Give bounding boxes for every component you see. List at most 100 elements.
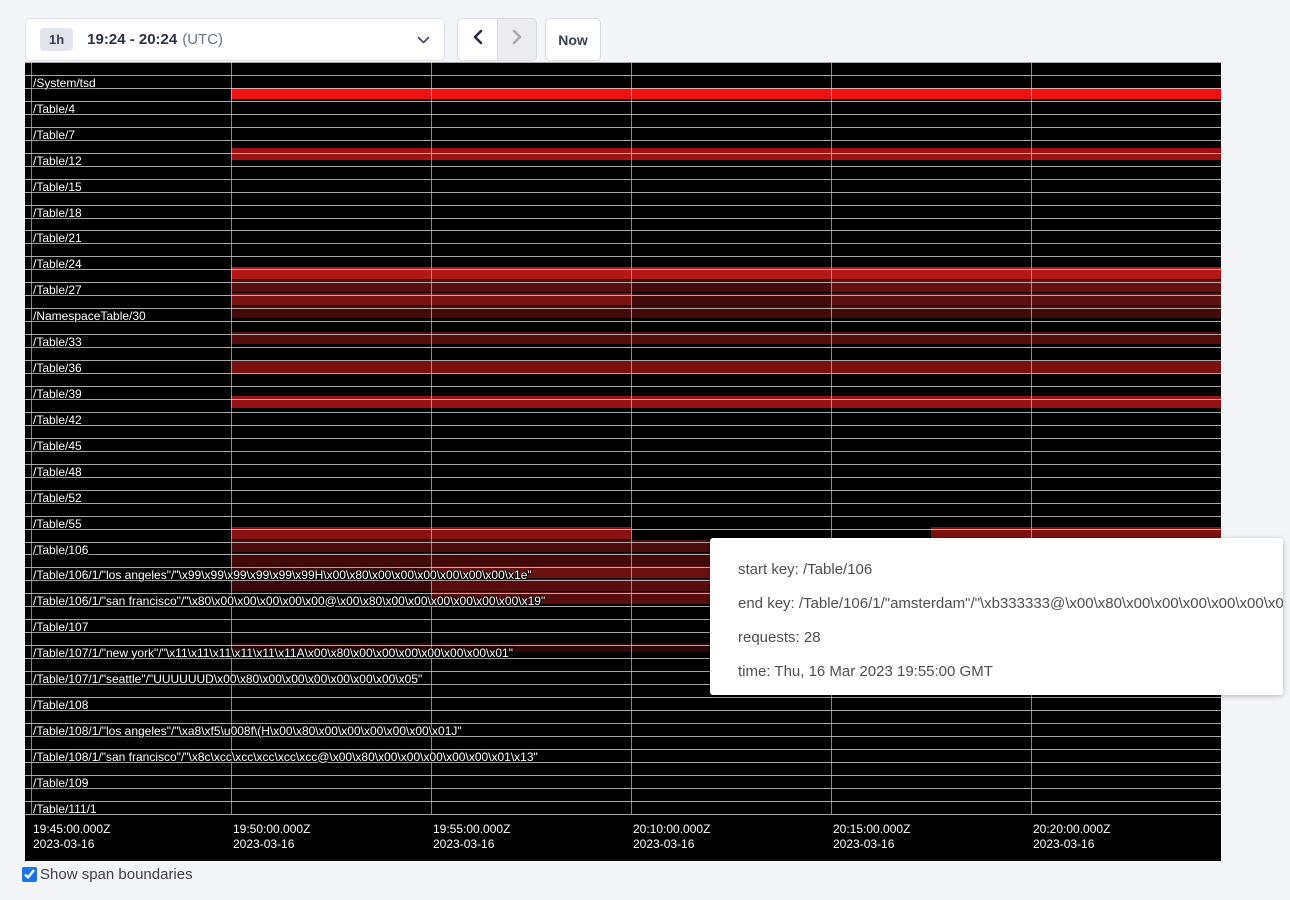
span-boundary-line	[25, 788, 1221, 789]
row-label: /Table/12	[33, 155, 82, 167]
row-label: /Table/106	[33, 544, 88, 556]
tooltip-start-key: start key: /Table/106	[738, 553, 1283, 587]
span-boundary-line	[25, 360, 1221, 361]
heatmap-band[interactable]	[231, 396, 1221, 408]
previous-interval-button[interactable]	[457, 18, 497, 61]
x-axis-label: 20:10:00.000Z2023-03-16	[633, 822, 710, 852]
span-boundary-line	[25, 140, 1221, 141]
span-boundary-line	[25, 334, 1221, 335]
span-boundary-line	[25, 451, 1221, 452]
span-boundary-line	[25, 373, 1221, 374]
span-boundary-line	[25, 386, 1221, 387]
time-bucket-line	[631, 62, 632, 814]
x-axis-date: 2023-03-16	[633, 837, 710, 852]
span-boundary-line	[25, 218, 1221, 219]
row-label: /Table/107	[33, 621, 88, 633]
heatmap-band[interactable]	[231, 88, 1221, 99]
span-boundary-line	[25, 101, 1221, 102]
row-label: /Table/107/1/"new york"/"\x11\x11\x11\x1…	[33, 647, 513, 659]
x-axis-label: 19:45:00.000Z2023-03-16	[33, 822, 110, 852]
span-boundary-line	[25, 256, 1221, 257]
time-bucket-line	[431, 62, 432, 814]
time-nav-group	[457, 18, 537, 61]
x-axis: 19:45:00.000Z2023-03-1619:50:00.000Z2023…	[25, 814, 1221, 861]
page: { "accent_colors": { "checkbox_blue": "#…	[0, 0, 1290, 900]
span-boundary-line	[25, 464, 1221, 465]
span-boundary-line	[25, 710, 1221, 711]
toolbar: 1h 19:24 - 20:24 (UTC) Now	[25, 18, 601, 61]
x-axis-date: 2023-03-16	[1033, 837, 1110, 852]
x-axis-time: 19:50:00.000Z	[233, 822, 310, 837]
x-axis-label: 19:50:00.000Z2023-03-16	[233, 822, 310, 852]
x-axis-time: 20:20:00.000Z	[1033, 822, 1110, 837]
row-label: /Table/48	[33, 466, 82, 478]
row-label: /Table/109	[33, 777, 88, 789]
timezone-text: (UTC)	[182, 31, 223, 48]
span-boundary-line	[25, 399, 1221, 400]
time-range-selector[interactable]: 1h 19:24 - 20:24 (UTC)	[25, 18, 445, 61]
span-boundary-line	[25, 775, 1221, 776]
x-axis-time: 20:10:00.000Z	[633, 822, 710, 837]
row-label: /Table/45	[33, 440, 82, 452]
row-label: /Table/4	[33, 103, 75, 115]
span-boundary-line	[25, 295, 1221, 296]
row-label: /Table/7	[33, 129, 75, 141]
span-boundary-line	[25, 516, 1221, 517]
x-axis-label: 20:20:00.000Z2023-03-16	[1033, 822, 1110, 852]
row-label: /Table/108	[33, 699, 88, 711]
row-label: /System/tsd	[33, 77, 96, 89]
key-visualizer-heatmap[interactable]: /System/tsd/Table/4/Table/7/Table/12/Tab…	[25, 62, 1221, 861]
span-boundary-line	[25, 205, 1221, 206]
span-boundary-line	[25, 425, 1221, 426]
span-boundary-line	[25, 697, 1221, 698]
row-label: /Table/52	[33, 492, 82, 504]
span-boundary-line	[25, 243, 1221, 244]
heatmap-band[interactable]	[231, 148, 1221, 160]
row-label: /Table/106/1/"los angeles"/"\x99\x99\x99…	[33, 569, 532, 581]
row-label: /Table/39	[33, 388, 82, 400]
heatmap-plot[interactable]: /System/tsd/Table/4/Table/7/Table/12/Tab…	[25, 62, 1221, 814]
heatmap-band[interactable]	[231, 361, 1221, 373]
x-axis-date: 2023-03-16	[833, 837, 910, 852]
chevron-down-icon	[417, 36, 430, 44]
row-label: /Table/24	[33, 258, 82, 270]
span-boundary-line	[25, 503, 1221, 504]
now-button[interactable]: Now	[545, 18, 601, 61]
row-label: /Table/108/1/"san francisco"/"\x8c\xcc\x…	[33, 751, 538, 763]
row-label: /Table/107/1/"seattle"/"UUUUUUD\x00\x80\…	[33, 673, 422, 685]
next-interval-button-disabled[interactable]	[497, 18, 537, 61]
time-bucket-line	[31, 62, 32, 814]
span-boundary-line	[25, 153, 1221, 154]
x-axis-time: 19:55:00.000Z	[433, 822, 510, 837]
chevron-right-icon	[511, 28, 523, 51]
span-boundary-line	[25, 529, 1221, 530]
span-boundary-line	[25, 438, 1221, 439]
row-label: /Table/36	[33, 362, 82, 374]
span-boundary-line	[25, 166, 1221, 167]
x-axis-label: 19:55:00.000Z2023-03-16	[433, 822, 510, 852]
row-label: /Table/55	[33, 518, 82, 530]
row-label: /Table/33	[33, 336, 82, 348]
row-label: /Table/15	[33, 181, 82, 193]
span-boundary-line	[25, 801, 1221, 802]
bucket-tooltip: start key: /Table/106 end key: /Table/10…	[710, 538, 1283, 695]
span-boundary-line	[25, 347, 1221, 348]
span-boundary-line	[25, 62, 1221, 63]
row-label: /Table/111/1	[33, 803, 97, 815]
time-range-text: 19:24 - 20:24	[87, 31, 177, 48]
x-axis-date: 2023-03-16	[233, 837, 310, 852]
show-span-boundaries-checkbox[interactable]	[22, 867, 37, 882]
tooltip-time: time: Thu, 16 Mar 2023 19:55:00 GMT	[738, 655, 1283, 689]
chevron-left-icon	[472, 28, 484, 51]
span-boundary-line	[25, 490, 1221, 491]
x-axis-time: 19:45:00.000Z	[33, 822, 110, 837]
span-boundary-line	[25, 179, 1221, 180]
span-boundary-line	[25, 230, 1221, 231]
row-label: /Table/21	[33, 232, 82, 244]
footer: Show span boundaries	[22, 866, 193, 883]
show-span-boundaries-label: Show span boundaries	[40, 866, 193, 883]
span-boundary-line	[25, 88, 1221, 89]
span-boundary-line	[25, 412, 1221, 413]
span-boundary-line	[25, 127, 1221, 128]
span-boundary-line	[25, 321, 1221, 322]
